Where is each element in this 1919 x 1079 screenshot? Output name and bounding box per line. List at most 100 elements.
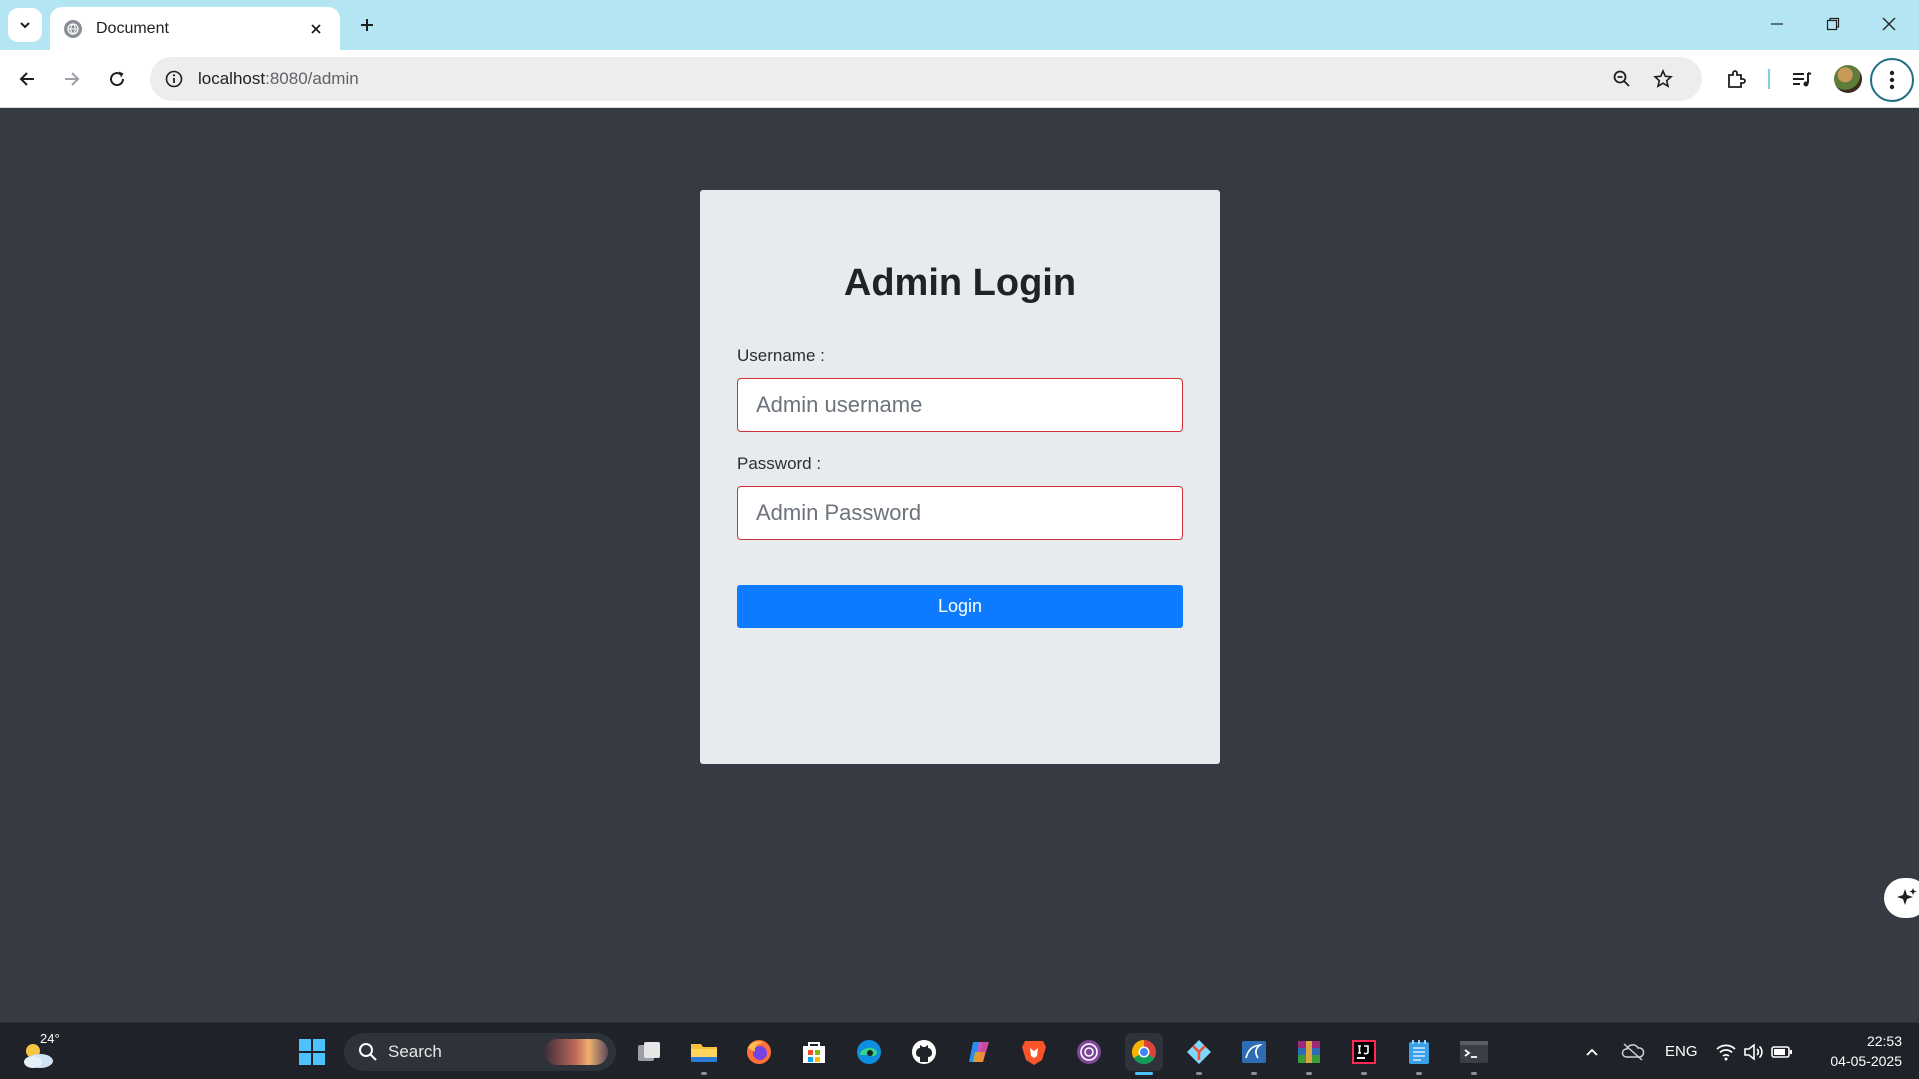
tor-icon [1077,1040,1101,1064]
page-title: Admin Login [843,262,1077,304]
terminal-icon [1460,1041,1488,1063]
chrome-icon [1131,1040,1156,1065]
taskbar-app-terminal[interactable] [1455,1033,1493,1075]
taskbar-app-file-explorer[interactable] [685,1033,723,1075]
reload-icon [110,71,125,87]
address-bar[interactable]: localhost:8080/admin [150,57,1702,101]
taskbar-app-intellij-idea[interactable] [1345,1033,1383,1075]
taskbar-app-mysql-workbench[interactable] [1235,1033,1273,1075]
tab-title: Document [96,19,169,37]
show-hidden-icons-button[interactable] [1573,1033,1611,1071]
plus-icon [361,19,373,31]
browser-toolbar: localhost:8080/admin [0,50,1919,108]
taskbar-app-git[interactable] [1180,1033,1218,1075]
forward-button[interactable] [55,62,89,96]
git-icon [1187,1040,1211,1064]
store-icon [803,1042,825,1063]
weather-widget[interactable]: 24° [20,1031,64,1073]
arrow-left-icon [19,72,34,86]
login-button[interactable]: Login [737,585,1183,628]
running-indicator [1251,1072,1257,1075]
search-label: Search [388,1042,442,1061]
browser-tab[interactable]: Document [50,7,340,50]
running-indicator [1196,1072,1202,1075]
tab-strip: Document [0,0,1919,50]
minimize-icon [1771,23,1783,25]
site-info-icon[interactable] [164,69,184,89]
bookmark-star-icon[interactable] [1651,67,1675,91]
quick-settings-button[interactable] [1709,1033,1799,1071]
onedrive-offline-icon[interactable] [1614,1033,1652,1071]
taskbar-clock[interactable]: 22:53 04-05-2025 [1806,1031,1902,1071]
running-indicator [1416,1072,1422,1075]
copilot-icon [969,1042,989,1062]
taskbar-app-edge[interactable] [850,1033,888,1071]
taskbar-app-notepad[interactable] [1400,1033,1438,1075]
folder-icon [691,1044,717,1062]
username-label: Username : [737,346,825,365]
tab-search-button[interactable] [8,8,42,42]
extensions-icon[interactable] [1721,64,1751,94]
taskbar-search[interactable]: Search [344,1033,616,1071]
url-host: localhost [198,69,266,88]
edge-icon [857,1040,881,1064]
taskbar-app-copilot[interactable] [960,1033,998,1071]
close-tab-icon[interactable] [306,19,326,39]
reload-button[interactable] [100,62,134,96]
close-window-button[interactable] [1861,0,1917,48]
running-indicator [1471,1072,1477,1075]
clock-date: 04-05-2025 [1830,1053,1902,1069]
profile-avatar[interactable] [1834,65,1862,93]
taskbar: 24° Search ENG 22:53 04-05-2025 [0,1022,1919,1079]
more-vertical-icon [1889,70,1895,90]
winrar-icon [1298,1041,1320,1063]
taskbar-app-tor-browser[interactable] [1070,1033,1108,1071]
password-label: Password : [737,454,822,473]
back-button[interactable] [10,62,44,96]
url-text: localhost:8080/admin [198,69,359,89]
taskbar-app-task-view[interactable] [630,1033,668,1071]
minimize-button[interactable] [1749,0,1805,48]
media-controls-icon[interactable] [1787,64,1817,94]
browser-menu-button[interactable] [1870,58,1914,102]
restore-button[interactable] [1805,0,1861,48]
intellij-icon [1352,1040,1376,1064]
arrow-right-icon [65,72,80,86]
login-card: Admin Login Username : Password : Login [700,190,1220,764]
volume-icon [1744,1043,1763,1061]
new-tab-button[interactable] [352,10,382,40]
battery-icon [1771,1046,1792,1058]
password-input[interactable] [737,486,1183,540]
running-indicator [701,1072,707,1075]
taskbar-app-chrome[interactable] [1125,1033,1163,1075]
weather-temp: 24° [40,1031,60,1046]
taskbar-app-github-desktop[interactable] [905,1033,943,1071]
mysql-workbench-icon [1242,1041,1266,1063]
search-icon [359,1043,377,1061]
close-icon [1882,17,1896,31]
taskbar-app-microsoft-store[interactable] [795,1033,833,1071]
clock-time: 22:53 [1866,1033,1902,1049]
chevron-up-icon [1586,1048,1598,1056]
running-indicator [1361,1072,1367,1075]
taskbar-app-brave[interactable] [1015,1033,1053,1071]
brave-lion-icon [1022,1041,1046,1065]
running-indicator [1306,1072,1312,1075]
sparkle-icon [1897,888,1917,905]
windows-logo-icon [299,1039,325,1065]
wifi-icon [1716,1044,1736,1061]
start-button[interactable] [293,1033,331,1071]
task-view-icon [638,1042,660,1061]
firefox-icon [747,1040,771,1064]
restore-icon [1826,17,1840,31]
username-input[interactable] [737,378,1183,432]
taskbar-app-firefox[interactable] [740,1033,778,1071]
toolbar-divider [1768,69,1770,89]
globe-icon [64,19,82,38]
taskbar-app-winrar[interactable] [1290,1033,1328,1075]
input-language[interactable]: ENG [1665,1043,1698,1060]
chevron-down-icon [20,22,30,29]
running-indicator [1135,1072,1153,1075]
ai-assistant-button[interactable] [1884,878,1919,918]
zoom-icon[interactable] [1610,67,1634,91]
